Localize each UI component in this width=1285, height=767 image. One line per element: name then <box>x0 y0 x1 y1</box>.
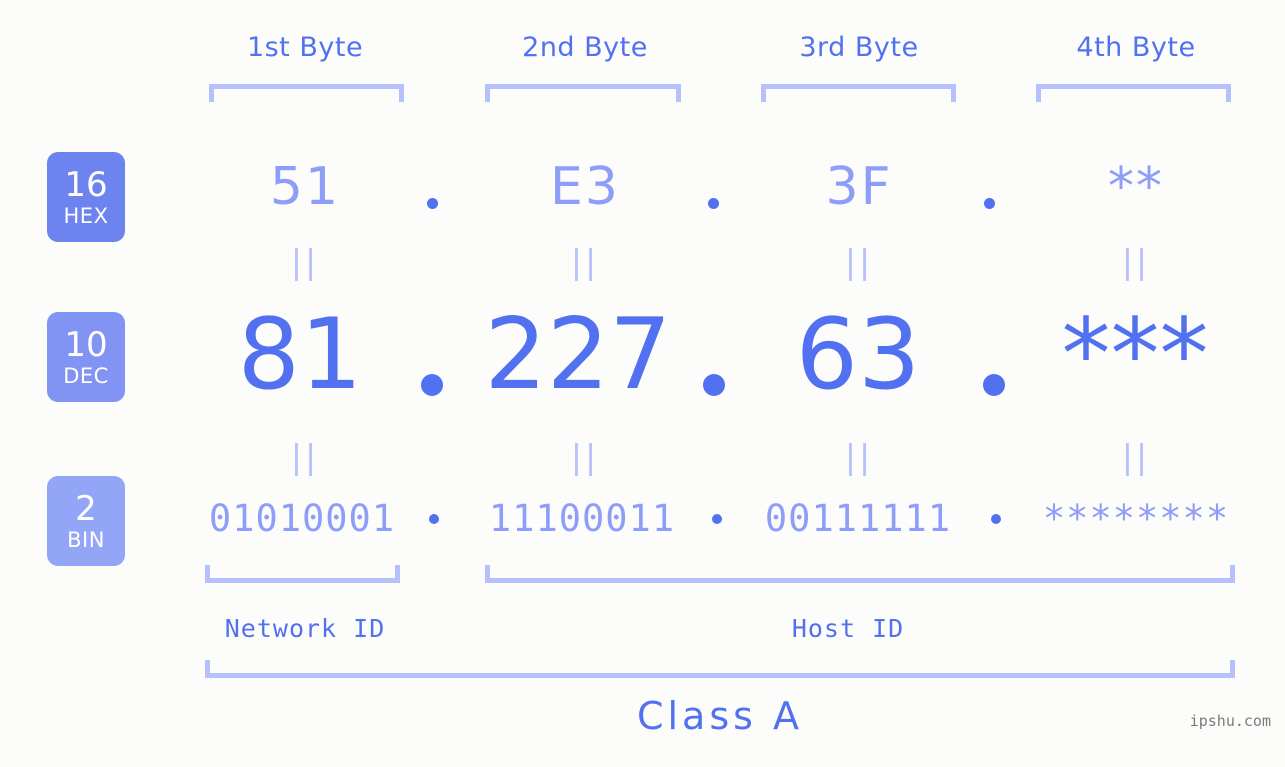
hex-separator-2 <box>708 198 719 209</box>
watermark: ipshu.com <box>1189 712 1271 730</box>
hex-separator-3 <box>984 198 995 209</box>
dec-byte-2: 227 <box>484 298 672 412</box>
base-badge-bin-number: 2 <box>75 488 97 529</box>
base-badge-dec: 10 DEC <box>47 312 125 402</box>
dec-byte-1: 81 <box>237 298 363 412</box>
hex-byte-3: 3F <box>825 157 893 217</box>
base-badge-hex-label: HEX <box>63 203 109 228</box>
network-id-bracket <box>205 565 400 583</box>
equivalence-mark-dec-bin-2: || <box>570 437 600 476</box>
bin-separator-1 <box>429 514 439 524</box>
byte-header-3: 3rd Byte <box>799 32 919 63</box>
class-label: Class A <box>636 694 804 738</box>
dec-byte-3: 63 <box>795 298 921 412</box>
bin-byte-2: 11100011 <box>488 497 676 540</box>
hex-byte-2: E3 <box>550 157 620 217</box>
bin-separator-2 <box>712 514 722 524</box>
base-badge-dec-label: DEC <box>63 363 109 388</box>
base-badge-dec-number: 10 <box>64 324 108 365</box>
byte-bracket-top-4 <box>1036 84 1231 102</box>
byte-header-1: 1st Byte <box>246 32 364 63</box>
equivalence-mark-dec-bin-1: || <box>290 437 320 476</box>
equivalence-mark-dec-bin-4: || <box>1121 437 1151 476</box>
bin-byte-3: 00111111 <box>764 497 952 540</box>
base-badge-bin: 2 BIN <box>47 476 125 566</box>
equivalence-mark-hex-dec-1: || <box>290 242 320 281</box>
network-id-label: Network ID <box>224 614 386 643</box>
equivalence-mark-hex-dec-3: || <box>844 242 874 281</box>
dec-separator-2 <box>703 374 725 396</box>
equivalence-mark-dec-bin-3: || <box>844 437 874 476</box>
ip-address-breakdown-diagram: 1st Byte 2nd Byte 3rd Byte 4th Byte 16 H… <box>0 0 1285 767</box>
bin-byte-4: ******** <box>1042 497 1230 540</box>
host-id-bracket <box>485 565 1235 583</box>
host-id-label: Host ID <box>791 614 905 643</box>
base-badge-hex: 16 HEX <box>47 152 125 242</box>
byte-header-2: 2nd Byte <box>522 32 648 63</box>
byte-bracket-top-1 <box>209 84 404 102</box>
base-badge-hex-number: 16 <box>64 164 108 205</box>
equivalence-mark-hex-dec-2: || <box>570 242 600 281</box>
equivalence-mark-hex-dec-4: || <box>1121 242 1151 281</box>
hex-byte-4: ** <box>1108 157 1164 217</box>
byte-header-4: 4th Byte <box>1076 32 1196 63</box>
byte-bracket-top-2 <box>485 84 681 102</box>
hex-byte-1: 51 <box>269 157 341 217</box>
bin-separator-3 <box>991 514 1001 524</box>
dec-separator-1 <box>421 374 443 396</box>
byte-bracket-top-3 <box>761 84 956 102</box>
dec-byte-4: *** <box>1061 298 1209 412</box>
hex-separator-1 <box>427 198 438 209</box>
base-badge-bin-label: BIN <box>67 527 105 552</box>
class-bracket <box>205 660 1235 678</box>
bin-byte-1: 01010001 <box>208 497 396 540</box>
dec-separator-3 <box>983 374 1005 396</box>
